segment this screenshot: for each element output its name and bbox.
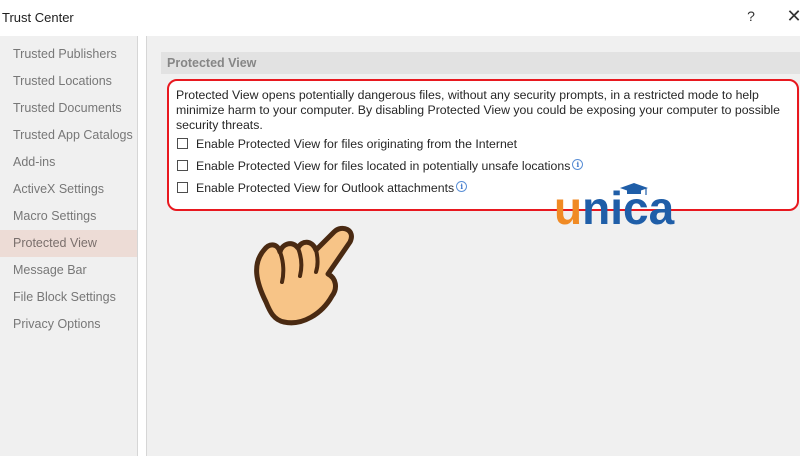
sidebar-item-trusted-app-catalogs[interactable]: Trusted App Catalogs (0, 122, 137, 149)
option-internet-files-label: Enable Protected View for files originat… (196, 137, 518, 151)
option-outlook-attachments-text: Enable Protected View for Outlook attach… (196, 180, 468, 196)
sidebar-item-macro-settings[interactable]: Macro Settings (0, 203, 137, 230)
sidebar-item-trusted-documents[interactable]: Trusted Documents (0, 95, 137, 122)
checkbox-internet-files[interactable] (177, 138, 188, 149)
sidebar-item-message-bar[interactable]: Message Bar (0, 257, 137, 284)
close-button[interactable]: ✕ (786, 6, 800, 26)
section-title: Protected View (161, 52, 800, 74)
sidebar-item-privacy-options[interactable]: Privacy Options (0, 311, 137, 338)
option-unsafe-locations-text: Enable Protected View for files located … (196, 158, 584, 174)
help-button[interactable]: ? (743, 8, 759, 24)
option-unsafe-locations-label: Enable Protected View for files located … (196, 159, 571, 173)
sidebar: Trusted Publishers Trusted Locations Tru… (0, 36, 138, 456)
sidebar-item-add-ins[interactable]: Add-ins (0, 149, 137, 176)
unica-logo: unica (554, 182, 675, 232)
checkbox-unsafe-locations[interactable] (177, 160, 188, 171)
unica-logo-text: unica (554, 182, 675, 232)
sidebar-item-file-block-settings[interactable]: File Block Settings (0, 284, 137, 311)
window-title: Trust Center (2, 10, 74, 25)
sidebar-item-activex-settings[interactable]: ActiveX Settings (0, 176, 137, 203)
info-icon[interactable]: i (572, 159, 584, 170)
sidebar-item-protected-view[interactable]: Protected View (0, 230, 137, 257)
sidebar-item-trusted-locations[interactable]: Trusted Locations (0, 68, 137, 95)
unica-logo-u: u (554, 182, 582, 232)
protected-view-description: Protected View opens potentially dangero… (176, 88, 780, 132)
title-bar: Trust Center ? ✕ (0, 0, 800, 36)
pointing-hand-icon (254, 225, 354, 326)
sidebar-item-trusted-publishers[interactable]: Trusted Publishers (0, 41, 137, 68)
option-outlook-attachments-label: Enable Protected View for Outlook attach… (196, 181, 455, 195)
info-icon[interactable]: i (456, 181, 468, 192)
checkbox-outlook-attachments[interactable] (177, 182, 188, 193)
